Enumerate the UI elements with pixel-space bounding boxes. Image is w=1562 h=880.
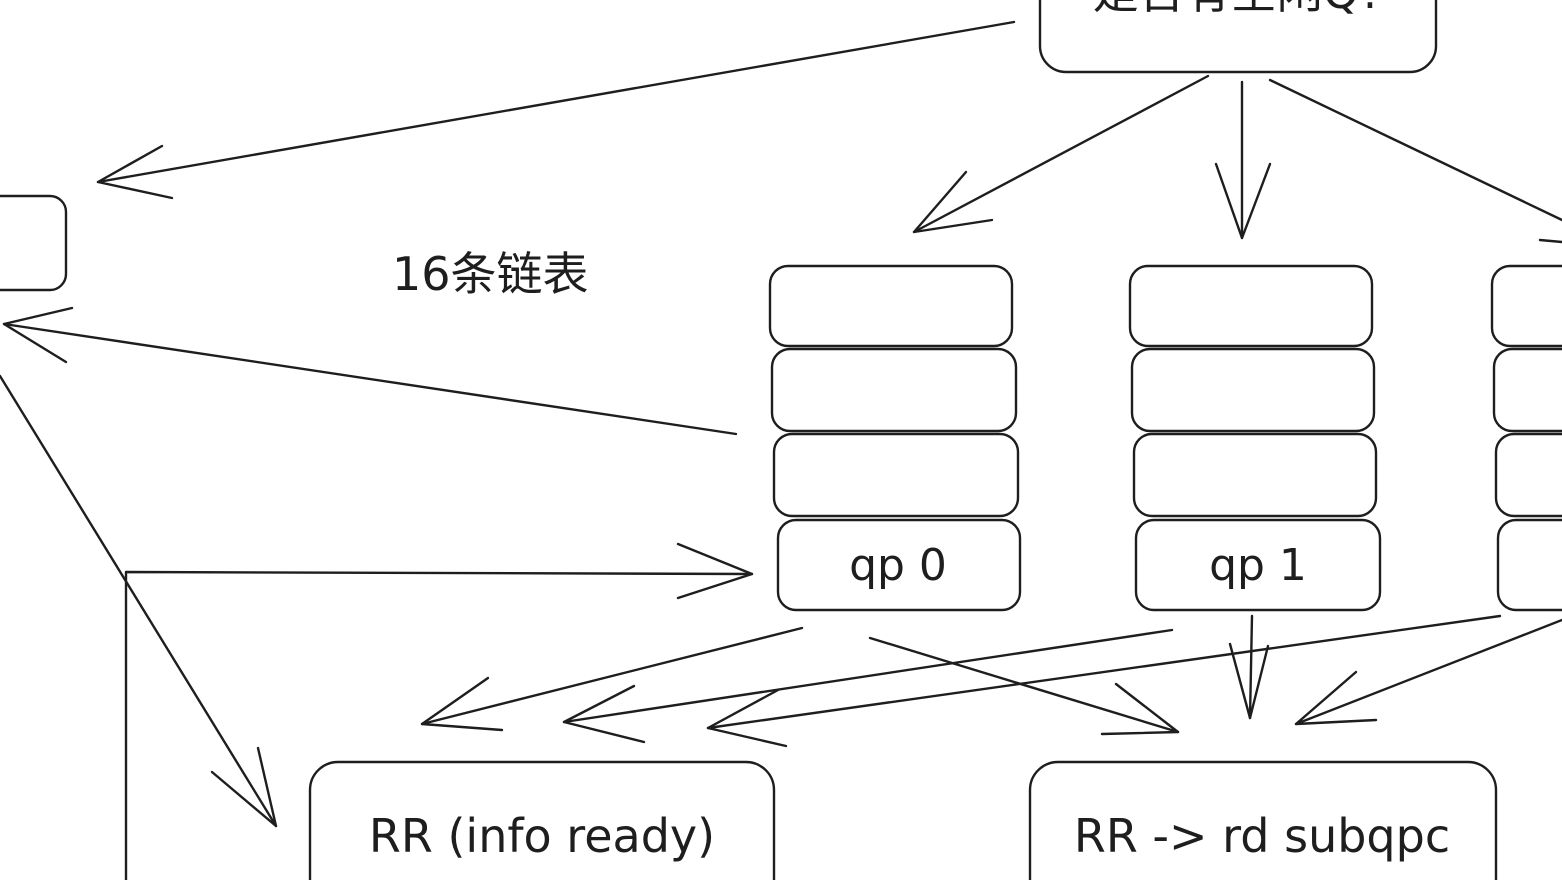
- queue-2-slot-3: [1494, 432, 1562, 518]
- top-decision-node[interactable]: 是否有空闲Q?: [1038, 0, 1438, 74]
- left-partial-node[interactable]: [0, 194, 68, 292]
- arrowhead-queue-1-to-bottom-right: [1228, 642, 1270, 720]
- arrowhead-queue-0-to-bottom-right: [1100, 682, 1180, 736]
- queue-0-label: qp 0: [849, 540, 947, 591]
- queue-stack-0[interactable]: qp 0: [768, 264, 1022, 612]
- top-decision-text: 是否有空闲Q?: [1093, 0, 1384, 19]
- queue-1-slot-3: [1132, 432, 1378, 518]
- queue-stack-2[interactable]: [1490, 264, 1562, 612]
- arrowhead-top-to-queue-0: [912, 170, 994, 234]
- queue-2-slot-2: [1492, 347, 1562, 433]
- queue-0-slot-2: [770, 347, 1018, 433]
- arrow-queue-0-to-bottom-left: [420, 626, 804, 726]
- arrowhead-top-to-queue-2: [1538, 238, 1562, 244]
- queue-0-slot-1: [768, 264, 1014, 348]
- bottom-right-node[interactable]: RR -> rd subqpc: [1028, 760, 1498, 880]
- bottom-right-text: RR -> rd subqpc: [1074, 809, 1450, 863]
- arrow-queue-0-to-left: [2, 322, 738, 436]
- arrow-top-to-queue-2: [1268, 78, 1562, 222]
- arrow-top-to-left: [96, 20, 1016, 184]
- queue-1-slot-1: [1128, 264, 1374, 348]
- queue-2-slot-1: [1490, 264, 1562, 348]
- arrow-top-to-queue-0: [912, 74, 1210, 234]
- arrowhead-queue-1-to-bottom-left: [562, 684, 646, 744]
- arrow-queue-1-to-bottom-right: [1248, 614, 1254, 720]
- arrow-queue-2-to-bottom-right: [1294, 618, 1562, 726]
- arrowhead-queue-0-to-left: [2, 306, 74, 364]
- diagram-canvas: 是否有空闲Q? 16条链表 qp 0 qp 1 RR (info ready) …: [0, 0, 1562, 880]
- arrow-left-to-bottom-left: [0, 374, 278, 828]
- queue-1-slot-2: [1130, 347, 1376, 433]
- arrowhead-left-to-bottom-left: [210, 746, 278, 828]
- queue-1-label: qp 1: [1209, 540, 1307, 591]
- bottom-left-node[interactable]: RR (info ready): [308, 760, 776, 880]
- list-count-label: 16条链表: [392, 247, 589, 301]
- bottom-left-text: RR (info ready): [369, 809, 715, 863]
- queue-2-slot-head: [1496, 518, 1562, 612]
- arrow-queue-2-to-bottom-left: [706, 614, 1502, 730]
- queue-0-slot-3: [772, 432, 1020, 518]
- arrowhead-loop-to-queue-0: [676, 542, 754, 600]
- queue-stack-1[interactable]: qp 1: [1128, 264, 1382, 612]
